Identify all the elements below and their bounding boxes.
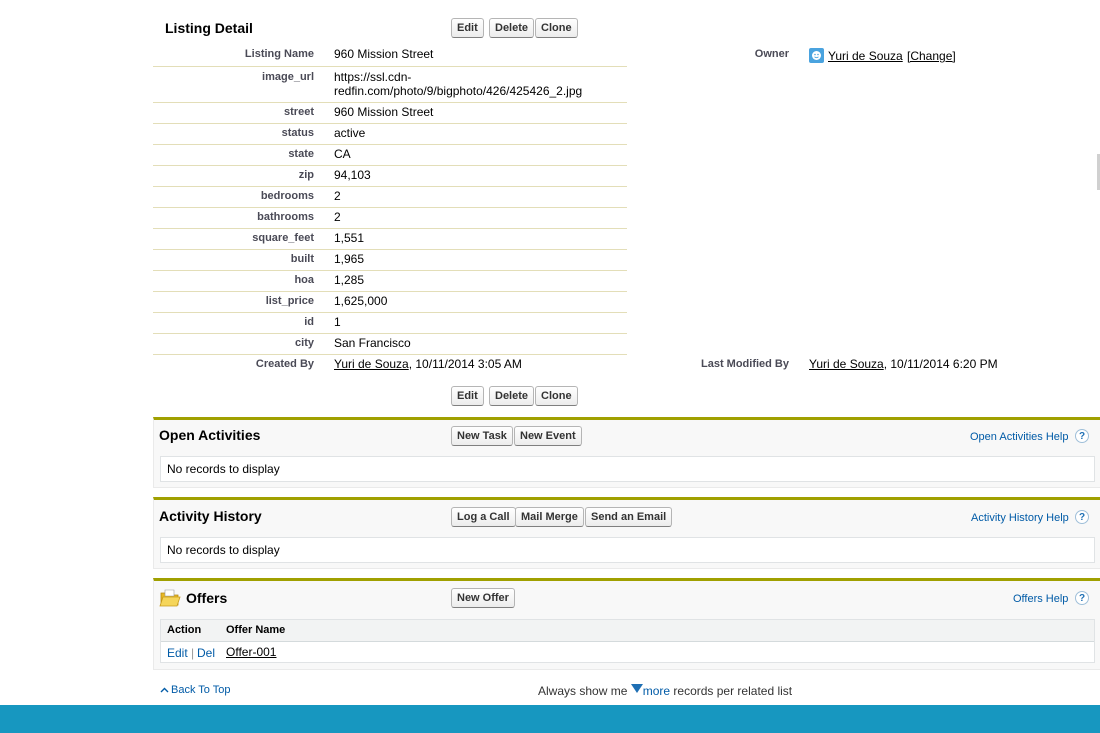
clone-button-bottom[interactable]: Clone: [535, 386, 578, 406]
activity-history-title: Activity History: [159, 508, 262, 524]
always-show-text: Always show me: [538, 684, 628, 698]
per-list-text: records per related list: [673, 684, 793, 698]
field-label: street: [284, 106, 314, 118]
change-owner-link[interactable]: [Change]: [907, 49, 956, 63]
field-label: list_price: [265, 295, 314, 307]
help-icon[interactable]: ?: [1075, 429, 1089, 443]
owner-link[interactable]: Yuri de Souza: [828, 49, 903, 63]
more-triangle-icon[interactable]: [630, 683, 643, 697]
field-value: 1: [334, 315, 341, 329]
field-label: bathrooms: [257, 211, 314, 223]
records-per-list: Always show me more records per related …: [538, 684, 792, 698]
open-activities-empty: No records to display: [160, 456, 1095, 482]
field-value: San Francisco: [334, 336, 411, 350]
offers-table-header: [161, 620, 1094, 642]
field-value: 1,625,000: [334, 294, 388, 308]
table-row: Edit | Del Offer-001: [161, 642, 1094, 662]
field-value-line2: redfin.com/photo/9/bigphoto/426/425426_2…: [334, 84, 583, 98]
delete-offer-link[interactable]: Del: [197, 646, 215, 660]
help-icon[interactable]: ?: [1075, 591, 1089, 605]
new-event-button[interactable]: New Event: [514, 426, 582, 446]
activity-history-help-link[interactable]: Activity History Help: [971, 512, 1069, 524]
clone-button[interactable]: Clone: [535, 18, 578, 38]
edit-button[interactable]: Edit: [451, 18, 484, 38]
created-by-value: Yuri de Souza, 10/11/2014 3:05 AM: [334, 357, 522, 371]
edit-button-bottom[interactable]: Edit: [451, 386, 484, 406]
field-label: city: [295, 337, 314, 349]
field-label: built: [290, 253, 314, 265]
offers-table: Action Offer Name Edit | Del Offer-001: [160, 619, 1095, 663]
new-offer-button[interactable]: New Offer: [451, 588, 515, 608]
mail-merge-button[interactable]: Mail Merge: [515, 507, 584, 527]
last-modified-date: , 10/11/2014 6:20 PM: [883, 357, 998, 371]
open-activities-help-link[interactable]: Open Activities Help: [970, 431, 1068, 443]
column-header-offer-name: Offer Name: [226, 624, 286, 636]
action-separator: |: [191, 646, 195, 660]
offer-name-link[interactable]: Offer-001: [226, 645, 276, 659]
field-value: 1,965: [334, 252, 365, 266]
field-label: zip: [298, 169, 314, 181]
field-value: 1,551: [334, 231, 365, 245]
field-label: id: [304, 316, 314, 328]
field-value: 2: [334, 210, 341, 224]
caret-up-icon: [160, 684, 169, 698]
last-modified-value: Yuri de Souza, 10/11/2014 6:20 PM: [809, 357, 998, 371]
delete-button-bottom[interactable]: Delete: [489, 386, 535, 406]
field-value: 2: [334, 189, 341, 203]
offers-title: Offers: [186, 590, 228, 606]
field-label: image_url: [262, 71, 314, 83]
footer-band: [0, 705, 1100, 733]
field-value: 960 Mission Street: [334, 47, 434, 61]
last-modified-link[interactable]: Yuri de Souza: [809, 357, 884, 371]
offers-help-link[interactable]: Offers Help: [1013, 593, 1068, 605]
field-value: 94,103: [334, 168, 371, 182]
owner-label: Owner: [754, 48, 789, 60]
log-call-button[interactable]: Log a Call: [451, 507, 516, 527]
activity-history-empty: No records to display: [160, 537, 1095, 563]
field-value: active: [334, 126, 366, 140]
open-activities-title: Open Activities: [159, 427, 261, 443]
section-title: Listing Detail: [165, 20, 253, 36]
field-value: 960 Mission Street: [334, 105, 434, 119]
field-label: status: [281, 127, 314, 139]
field-label: hoa: [294, 274, 314, 286]
help-icon[interactable]: ?: [1075, 510, 1089, 524]
edit-offer-link[interactable]: Edit: [167, 646, 188, 660]
field-label: state: [288, 148, 314, 160]
column-header-action: Action: [167, 624, 202, 636]
field-value: CA: [334, 147, 351, 161]
send-email-button[interactable]: Send an Email: [585, 507, 673, 527]
offers-folder-icon: [159, 587, 181, 609]
created-by-date: , 10/11/2014 3:05 AM: [408, 357, 522, 371]
user-avatar-icon: [809, 48, 824, 63]
field-label: Listing Name: [244, 48, 314, 60]
field-value: 1,285: [334, 273, 365, 287]
new-task-button[interactable]: New Task: [451, 426, 513, 446]
created-by-link[interactable]: Yuri de Souza: [334, 357, 409, 371]
more-link[interactable]: more: [643, 684, 670, 698]
created-by-label: Created By: [255, 358, 314, 370]
field-value: https://ssl.cdn-: [334, 70, 412, 84]
last-modified-label: Last Modified By: [700, 358, 789, 370]
field-label: bedrooms: [260, 190, 314, 202]
field-label: square_feet: [252, 232, 314, 244]
delete-button[interactable]: Delete: [489, 18, 535, 38]
back-to-top-link[interactable]: Back To Top: [171, 684, 231, 696]
